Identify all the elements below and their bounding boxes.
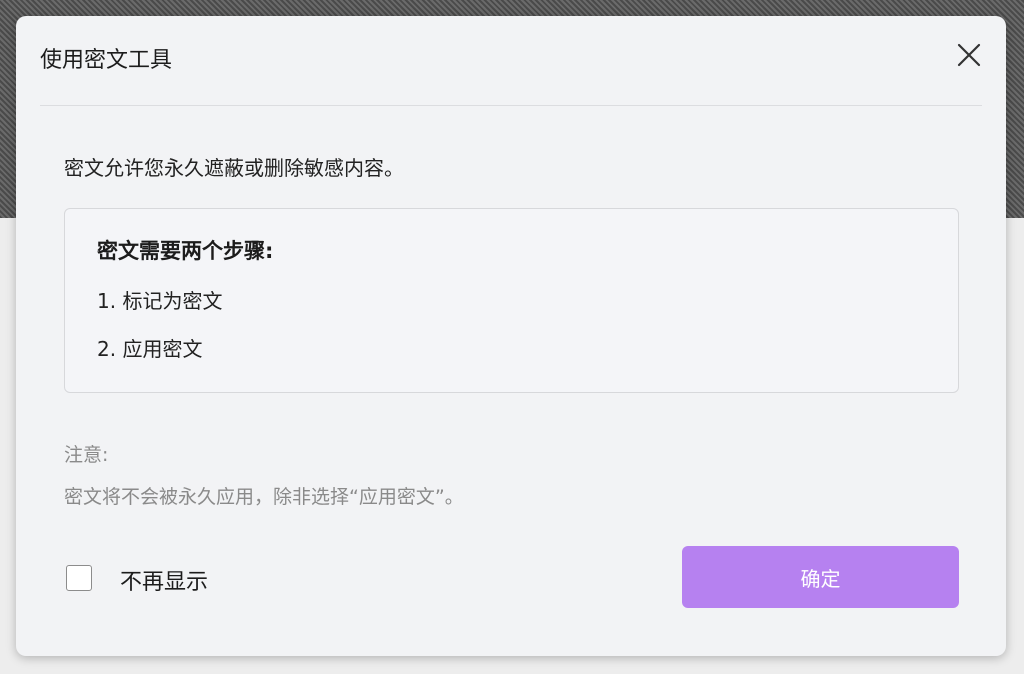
- step-item: 1. 标记为密文: [97, 289, 223, 313]
- dialog-description: 密文允许您永久遮蔽或删除敏感内容。: [64, 156, 404, 180]
- dont-show-again-checkbox[interactable]: [66, 565, 92, 591]
- redaction-dialog: 使用密文工具 密文允许您永久遮蔽或删除敏感内容。 密文需要两个步骤: 1. 标记…: [16, 16, 1006, 656]
- close-button[interactable]: [954, 40, 984, 70]
- confirm-button[interactable]: 确定: [682, 546, 959, 608]
- close-icon: [957, 43, 981, 67]
- steps-box: 密文需要两个步骤: 1. 标记为密文 2. 应用密文: [64, 208, 959, 393]
- dont-show-again-label[interactable]: 不再显示: [120, 564, 208, 596]
- note-label: 注意:: [64, 444, 109, 466]
- steps-heading: 密文需要两个步骤:: [97, 239, 274, 263]
- dialog-title: 使用密文工具: [40, 48, 173, 73]
- title-divider: [40, 105, 982, 106]
- note-text: 密文将不会被永久应用，除非选择“应用密文”。: [64, 486, 464, 508]
- step-item: 2. 应用密文: [97, 337, 203, 361]
